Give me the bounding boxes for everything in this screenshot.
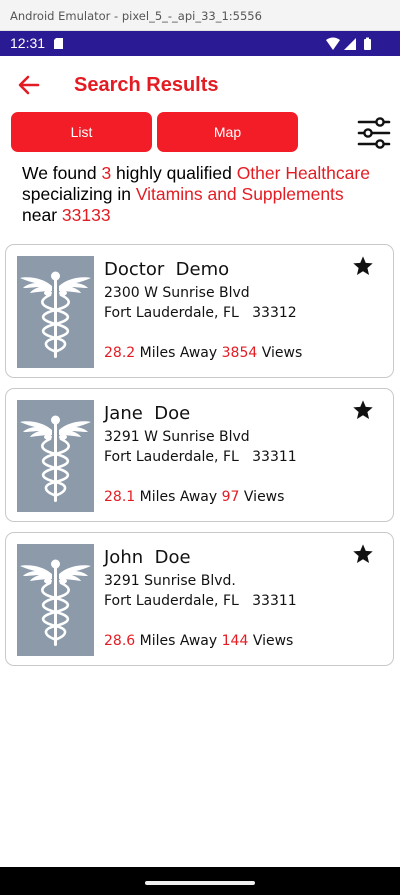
caduceus-icon — [17, 544, 94, 656]
summary-text: near — [22, 205, 62, 225]
result-card[interactable]: Jane Doe 3291 W Sunrise Blvd Fort Lauder… — [5, 388, 394, 522]
views-count: 144 — [221, 633, 249, 649]
summary-text: We found — [22, 163, 102, 183]
star-icon[interactable] — [352, 255, 374, 277]
views-count: 97 — [221, 489, 240, 505]
distance-label: Miles Away — [139, 489, 218, 505]
result-card[interactable]: Doctor Demo 2300 W Sunrise Blvd Fort Lau… — [5, 244, 394, 378]
battery-icon — [364, 37, 371, 50]
provider-name[interactable]: John Doe — [104, 547, 191, 568]
address-line-2: Fort Lauderdale, FL 33312 — [104, 305, 297, 321]
signal-icon — [344, 38, 356, 50]
system-navigation-bar — [0, 867, 400, 895]
app-bar: Search Results — [0, 56, 400, 112]
distance-label: Miles Away — [139, 633, 218, 649]
arrow-back-icon[interactable] — [16, 72, 42, 98]
address-line-1: 2300 W Sunrise Blvd — [104, 285, 250, 301]
map-tab-button[interactable]: Map — [157, 112, 298, 152]
views-label: Views — [243, 489, 285, 505]
distance-label: Miles Away — [139, 345, 218, 361]
caduceus-icon — [17, 400, 94, 512]
status-icons — [326, 37, 374, 51]
zip-code: 33133 — [61, 205, 111, 225]
result-card[interactable]: John Doe 3291 Sunrise Blvd. Fort Lauderd… — [5, 532, 394, 666]
address-line-1: 3291 W Sunrise Blvd — [104, 429, 250, 445]
star-icon[interactable] — [352, 399, 374, 421]
address-line-2: Fort Lauderdale, FL 33311 — [104, 593, 297, 609]
address-line-2: Fort Lauderdale, FL 33311 — [104, 449, 297, 465]
list-tab-button[interactable]: List — [11, 112, 152, 152]
views-count: 3854 — [221, 345, 258, 361]
wifi-icon — [326, 37, 340, 50]
status-bar: 12:31 — [0, 31, 400, 56]
home-gesture-handle[interactable] — [145, 881, 255, 885]
star-icon[interactable] — [352, 543, 374, 565]
provider-name[interactable]: Doctor Demo — [104, 259, 229, 280]
views-label: Views — [261, 345, 303, 361]
category-name: Other Healthcare — [236, 163, 370, 183]
status-time: 12:31 — [10, 35, 46, 51]
specialty-name: Vitamins and Supplements — [135, 184, 344, 204]
views-label: Views — [252, 633, 294, 649]
distance-value: 28.1 — [104, 489, 136, 505]
address-line-1: 3291 Sunrise Blvd. — [104, 573, 236, 589]
emulator-window-title: Android Emulator - pixel_5_-_api_33_1:55… — [0, 0, 400, 31]
caduceus-icon — [17, 256, 94, 368]
distance-value: 28.6 — [104, 633, 136, 649]
result-count: 3 — [101, 163, 112, 183]
distance-value: 28.2 — [104, 345, 136, 361]
summary-text: specializing in — [22, 184, 136, 204]
card-stats: 28.1 Miles Away 97 Views — [104, 489, 284, 505]
provider-name[interactable]: Jane Doe — [104, 403, 190, 424]
summary-text: highly qualified — [111, 163, 237, 183]
card-stats: 28.2 Miles Away 3854 Views — [104, 345, 302, 361]
sliders-icon[interactable] — [356, 115, 392, 151]
sd-card-icon — [54, 38, 63, 49]
results-summary: We found 3 highly qualified Other Health… — [22, 163, 382, 226]
card-stats: 28.6 Miles Away 144 Views — [104, 633, 293, 649]
page-title: Search Results — [74, 74, 219, 96]
